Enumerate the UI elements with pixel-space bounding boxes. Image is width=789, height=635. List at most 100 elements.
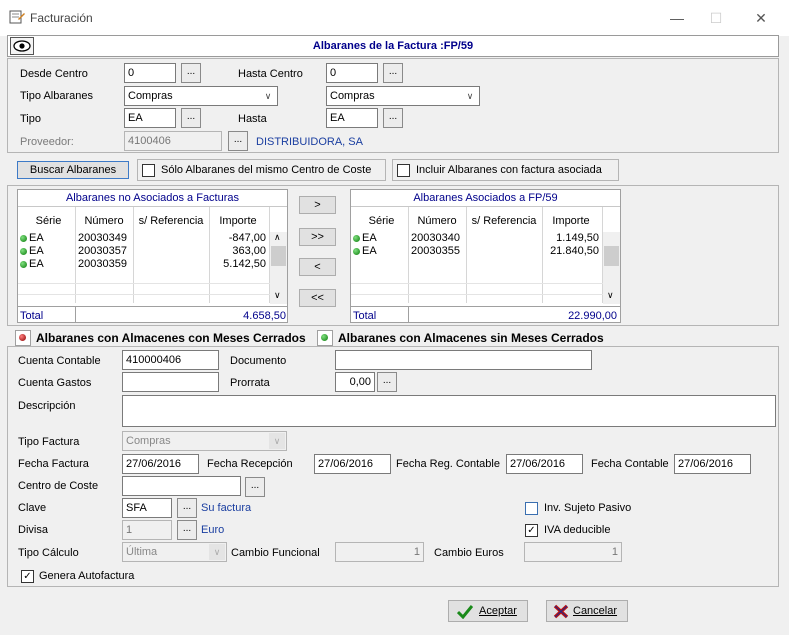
cambio-funcional-input[interactable]: 1: [335, 542, 424, 562]
scrollbar-thumb[interactable]: [271, 246, 286, 266]
iva-deducible-checkbox[interactable]: ✓: [525, 524, 538, 537]
centro-coste-lookup-button[interactable]: ...: [245, 477, 265, 497]
divisa-description: Euro: [201, 524, 225, 536]
chevron-down-icon[interactable]: ∨: [607, 290, 614, 301]
fecha-recepcion-input[interactable]: 27/06/2016: [314, 454, 391, 474]
right-col-serie[interactable]: Série: [359, 215, 404, 227]
table-row[interactable]: EA: [20, 232, 44, 244]
left-col-numero[interactable]: Número: [76, 215, 132, 227]
right-row-importe: 21.840,50: [550, 245, 599, 257]
left-col-referencia[interactable]: s/ Referencia: [134, 215, 208, 227]
move-one-left-button[interactable]: <: [299, 258, 336, 276]
status-dot-icon: [353, 234, 360, 242]
left-col-serie[interactable]: Série: [26, 215, 71, 227]
divisa-label: Divisa: [18, 524, 48, 536]
tab-open-icon-box[interactable]: [317, 330, 333, 346]
chevron-up-icon[interactable]: ∧: [274, 232, 281, 243]
fecha-contable-label: Fecha Contable: [591, 458, 669, 470]
tipo-desde-input[interactable]: EA: [124, 108, 176, 128]
left-list-scrollbar[interactable]: ∧ ∨: [270, 232, 287, 304]
genera-autofactura-checkbox[interactable]: ✓: [21, 570, 34, 583]
desde-centro-lookup-button[interactable]: ...: [181, 63, 201, 83]
left-total-value: 4.658,50: [243, 310, 286, 322]
accept-button[interactable]: Aceptar: [448, 600, 528, 622]
status-dot-icon: [20, 247, 27, 255]
divisa-input[interactable]: 1: [122, 520, 172, 540]
table-row[interactable]: EA: [353, 245, 377, 257]
maximize-button[interactable]: ☐: [704, 8, 728, 28]
right-col-importe[interactable]: Importe: [543, 215, 599, 227]
fecha-contable-input[interactable]: 27/06/2016: [674, 454, 751, 474]
clave-input[interactable]: SFA: [122, 498, 172, 518]
tipo-factura-value: Compras: [126, 435, 171, 447]
divisa-lookup-button[interactable]: ...: [177, 520, 197, 540]
x-icon: [553, 604, 569, 619]
move-all-right-button[interactable]: >>: [299, 228, 336, 246]
move-all-left-button[interactable]: <<: [299, 289, 336, 307]
hasta-label: Hasta: [238, 113, 267, 125]
chevron-down-icon: ∨: [209, 544, 225, 560]
chevron-down-icon[interactable]: ∨: [274, 290, 281, 301]
move-one-right-button[interactable]: >: [299, 196, 336, 214]
right-col-referencia[interactable]: s/ Referencia: [467, 215, 541, 227]
minimize-button[interactable]: —: [665, 8, 689, 28]
tipo-factura-label: Tipo Factura: [18, 436, 80, 448]
left-albaranes-list[interactable]: Albaranes no Asociados a Facturas Série …: [17, 189, 288, 323]
table-row[interactable]: EA: [20, 245, 44, 257]
status-dot-icon: [20, 260, 27, 268]
cuenta-contable-input[interactable]: 410000406: [122, 350, 219, 370]
tipo-albaranes-desde-select[interactable]: Compras ∨: [124, 86, 278, 106]
centro-coste-input[interactable]: [122, 476, 241, 496]
prorrata-input[interactable]: 0,00: [335, 372, 375, 392]
proveedor-label: Proveedor:: [20, 136, 74, 148]
tab-closed-icon-box[interactable]: [15, 330, 31, 346]
table-row[interactable]: EA: [20, 258, 44, 270]
tab-closed-months[interactable]: Albaranes con Almacenes con Meses Cerrad…: [36, 331, 306, 345]
page-title: Albaranes de la Factura :FP/59: [312, 40, 474, 52]
documento-input[interactable]: [335, 350, 592, 370]
divider: [75, 207, 76, 303]
tipo-albaranes-hasta-select[interactable]: Compras ∨: [326, 86, 480, 106]
tipo-calculo-select[interactable]: Última ∨: [122, 542, 227, 562]
tipo-label: Tipo: [20, 113, 41, 125]
tab-open-months[interactable]: Albaranes con Almacenes sin Meses Cerrad…: [338, 331, 604, 345]
buscar-albaranes-button[interactable]: Buscar Albaranes: [17, 161, 129, 179]
hasta-centro-lookup-button[interactable]: ...: [383, 63, 403, 83]
hasta-centro-input[interactable]: 0: [326, 63, 378, 83]
inv-sujeto-pasivo-checkbox[interactable]: [525, 502, 538, 515]
header-panel: Albaranes de la Factura :FP/59: [7, 35, 779, 57]
right-col-numero[interactable]: Número: [409, 215, 465, 227]
clave-description: Su factura: [201, 502, 252, 514]
right-row-numero: 20030340: [411, 232, 460, 244]
desde-centro-input[interactable]: 0: [124, 63, 176, 83]
tipo-hasta-input[interactable]: EA: [326, 108, 378, 128]
tipo-desde-lookup-button[interactable]: ...: [181, 108, 201, 128]
divider: [351, 206, 620, 207]
proveedor-lookup-button[interactable]: ...: [228, 131, 248, 151]
table-row[interactable]: EA: [353, 232, 377, 244]
tipo-hasta-lookup-button[interactable]: ...: [383, 108, 403, 128]
clave-lookup-button[interactable]: ...: [177, 498, 197, 518]
cancel-button[interactable]: Cancelar: [546, 600, 628, 622]
close-button[interactable]: ✕: [749, 8, 773, 28]
left-col-importe[interactable]: Importe: [210, 215, 266, 227]
same-cost-center-checkbox[interactable]: [142, 164, 155, 177]
divider: [133, 207, 134, 303]
right-list-scrollbar[interactable]: ∨: [603, 232, 620, 304]
fecha-reg-contable-input[interactable]: 27/06/2016: [506, 454, 583, 474]
left-list-title: Albaranes no Asociados a Facturas: [65, 192, 240, 204]
prorrata-lookup-button[interactable]: ...: [377, 372, 397, 392]
right-albaranes-list[interactable]: Albaranes Asociados a FP/59 Série Número…: [350, 189, 621, 323]
right-row-numero: 20030355: [411, 245, 460, 257]
descripcion-input[interactable]: [122, 395, 776, 427]
cambio-euros-input[interactable]: 1: [524, 542, 622, 562]
fecha-factura-input[interactable]: 27/06/2016: [122, 454, 199, 474]
cuenta-gastos-input[interactable]: [122, 372, 219, 392]
scrollbar-thumb[interactable]: [604, 246, 619, 266]
status-dot-icon: [20, 234, 27, 242]
tipo-albaranes-desde-value: Compras: [128, 90, 173, 102]
proveedor-input[interactable]: 4100406: [124, 131, 222, 151]
include-invoiced-checkbox[interactable]: [397, 164, 410, 177]
include-invoiced-label: Incluir Albaranes con factura asociada: [416, 164, 602, 176]
tipo-factura-select[interactable]: Compras ∨: [122, 431, 287, 451]
